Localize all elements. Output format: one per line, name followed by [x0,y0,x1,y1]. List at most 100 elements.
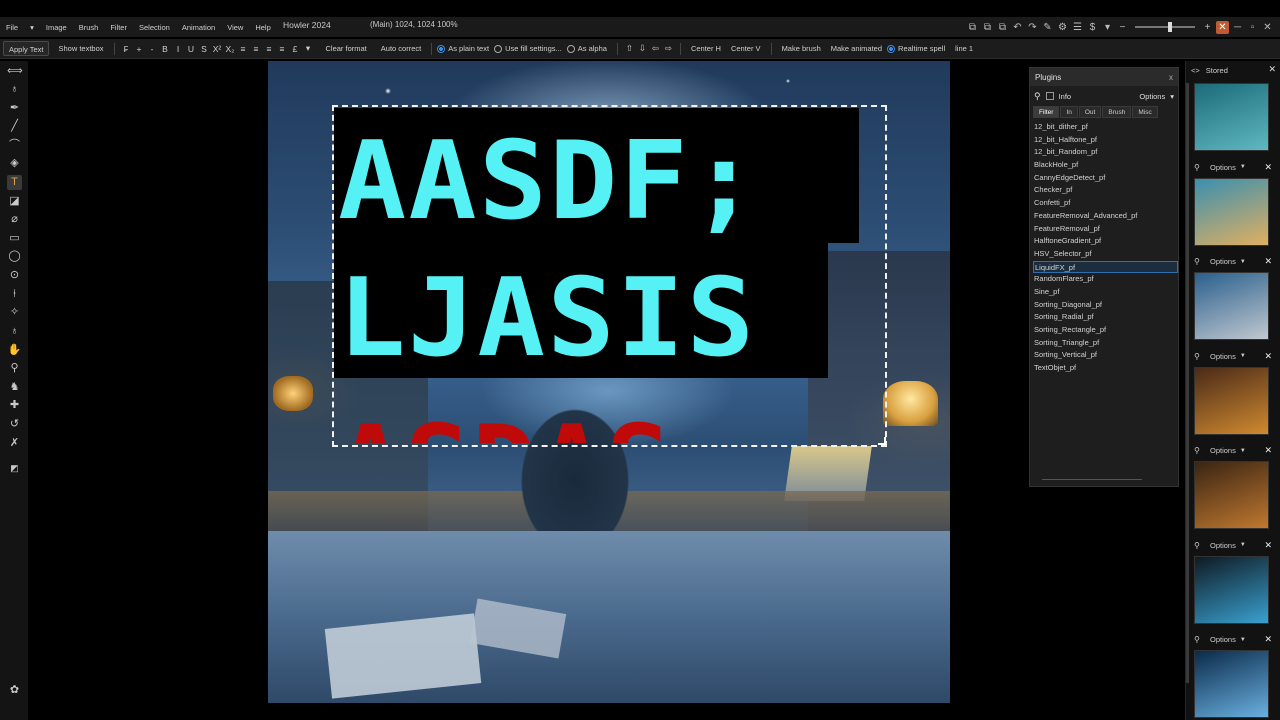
plugin-item[interactable]: Checker_pf [1033,184,1178,197]
crosshair-icon[interactable]: ✚ [7,398,22,413]
stored-thumbnail[interactable] [1194,177,1269,246]
settings-icon[interactable]: ⚙ [1056,21,1069,34]
use-fill-settings-radio[interactable] [494,44,503,53]
maximize-icon[interactable]: ▫ [1246,21,1259,34]
menu-selection[interactable]: Selection [133,23,176,32]
as-plain-text-radio[interactable] [437,44,446,53]
as-alpha-label[interactable]: As alpha [578,41,612,56]
ellipse-select-icon[interactable]: ◯ [7,249,22,264]
arrow-right-icon[interactable]: ⇨ [662,43,675,54]
menu-view[interactable]: View [221,23,249,32]
arrow-down-icon[interactable]: ⇩ [636,43,649,54]
stored-thumbnail[interactable] [1194,555,1269,624]
plugin-item[interactable]: Sorting_Diagonal_pf [1033,299,1178,312]
horizontal-scrollbar[interactable] [1042,479,1142,480]
pin-icon[interactable]: ⚲ [1194,446,1204,455]
apply-text-button[interactable]: Apply Text [3,41,50,56]
plugin-item[interactable]: 12_bit_Random_pf [1033,146,1178,159]
superscript-button[interactable]: X² [211,44,224,54]
align-left-icon[interactable]: ≡ [237,44,250,54]
options-dropdown[interactable]: Options [1210,257,1236,266]
undo-icon[interactable]: ↶ [1011,21,1024,34]
options-dropdown[interactable]: Options [1210,352,1236,361]
underline-button[interactable]: U [185,44,198,54]
copy-icon[interactable]: ⧉ [981,21,994,34]
stored-thumbnail[interactable] [1194,461,1269,529]
chevron-down-icon[interactable]: ▼ [1240,448,1246,454]
options-dropdown[interactable]: Options [1210,163,1236,172]
chevron-down-icon[interactable]: ▼ [1240,542,1246,548]
chevron-down-icon[interactable]: ▾ [1101,21,1114,34]
plugin-item[interactable]: HalftoneGradient_pf [1033,235,1178,248]
close-icon[interactable]: ✕ [1268,64,1276,75]
text-selection-frame[interactable] [332,105,887,447]
options-dropdown[interactable]: Options [1139,92,1165,101]
menu-image[interactable]: Image [40,23,73,32]
dropper-icon[interactable]: ♁ [7,324,22,339]
paste-icon[interactable]: ⧉ [996,21,1009,34]
curve-icon[interactable]: ⌒ [7,138,22,153]
stored-thumbnail[interactable] [1194,83,1269,151]
use-fill-settings-label[interactable]: Use fill settings... [505,41,567,56]
stored-thumbnail[interactable] [1194,272,1269,340]
as-plain-text-label[interactable]: As plain text [448,41,494,56]
zoom-slider[interactable] [1135,22,1195,32]
zoom-out-icon[interactable]: − [1116,21,1129,34]
pin-icon[interactable]: ⚲ [1194,257,1204,266]
plugin-item[interactable]: FeatureRemoval_pf [1033,223,1178,236]
tab-brush[interactable]: Brush [1102,106,1132,118]
redo-icon[interactable]: ↷ [1026,21,1039,34]
hand-icon[interactable]: ✋ [7,343,22,358]
italic-button[interactable]: I [172,44,185,54]
pin-icon[interactable]: ⚲ [1194,635,1204,644]
stored-thumbnail[interactable] [1194,650,1269,718]
chevron-down-icon[interactable]: ▼ [1240,164,1246,170]
arrow-up-icon[interactable]: ⇧ [623,43,636,54]
options-dropdown[interactable]: Options [1210,635,1236,644]
minimize-icon[interactable]: ─ [1231,21,1244,34]
currency-icon[interactable]: £ [289,44,302,54]
plugin-item[interactable]: Sorting_Vertical_pf [1033,349,1178,362]
font-size-increase-icon[interactable]: + [133,44,146,54]
bold-button[interactable]: B [159,44,172,54]
plugin-item[interactable]: FeatureRemoval_Advanced_pf [1033,210,1178,223]
menu-help[interactable]: Help [249,23,276,32]
font-icon[interactable]: ₣ [120,44,133,54]
menu-filter[interactable]: Filter [104,23,133,32]
align-center-icon[interactable]: ≡ [250,44,263,54]
make-animated-button[interactable]: Make animated [826,41,887,56]
plugin-item[interactable]: LiquidFX_pf [1033,260,1178,274]
close-icon[interactable]: ✕ [1261,21,1274,34]
info-checkbox[interactable] [1045,92,1054,100]
close-icon[interactable]: ✕ [1264,540,1272,551]
arrow-left-icon[interactable]: ⇦ [649,43,662,54]
options-dropdown[interactable]: Options [1210,541,1236,550]
palette-icon[interactable]: ✿ [7,683,22,698]
warp-icon[interactable]: ✗ [7,436,22,451]
pin-icon[interactable]: ⚲ [1194,163,1204,172]
justify-icon[interactable]: ≡ [276,44,289,54]
code-icon[interactable]: <> [1191,66,1200,75]
move-icon[interactable]: ⟺ [7,64,23,79]
chevron-down-icon[interactable]: ▾ [24,23,40,32]
plugin-item[interactable]: TextObjet_pf [1033,362,1178,375]
auto-correct-button[interactable]: Auto correct [376,41,426,56]
menu-animation[interactable]: Animation [176,23,221,32]
center-v-button[interactable]: Center V [726,41,766,56]
image-canvas[interactable]: AASDF; LJASIS ASDAS [268,61,950,703]
make-brush-button[interactable]: Make brush [777,41,826,56]
options-dropdown[interactable]: Options [1210,446,1236,455]
plugin-item[interactable]: CannyEdgeDetect_pf [1033,172,1178,185]
chevron-down-icon[interactable]: ▼ [1240,637,1246,643]
close-icon[interactable]: ✕ [1264,634,1272,645]
plugin-item[interactable]: 12_bit_dither_pf [1033,121,1178,134]
pen-icon[interactable]: ✒ [7,101,22,116]
plugin-item[interactable]: HSV_Selector_pf [1033,248,1178,261]
font-size-decrease-icon[interactable]: - [146,44,159,54]
magic-wand-icon[interactable]: ✧ [7,305,22,320]
tab-in[interactable]: In [1060,106,1078,118]
realtime-spell-label[interactable]: Realtime spell [898,41,950,56]
eraser-icon[interactable]: ⌀ [7,212,22,227]
close-icon[interactable]: ✕ [1264,162,1272,173]
tab-out[interactable]: Out [1078,106,1102,118]
